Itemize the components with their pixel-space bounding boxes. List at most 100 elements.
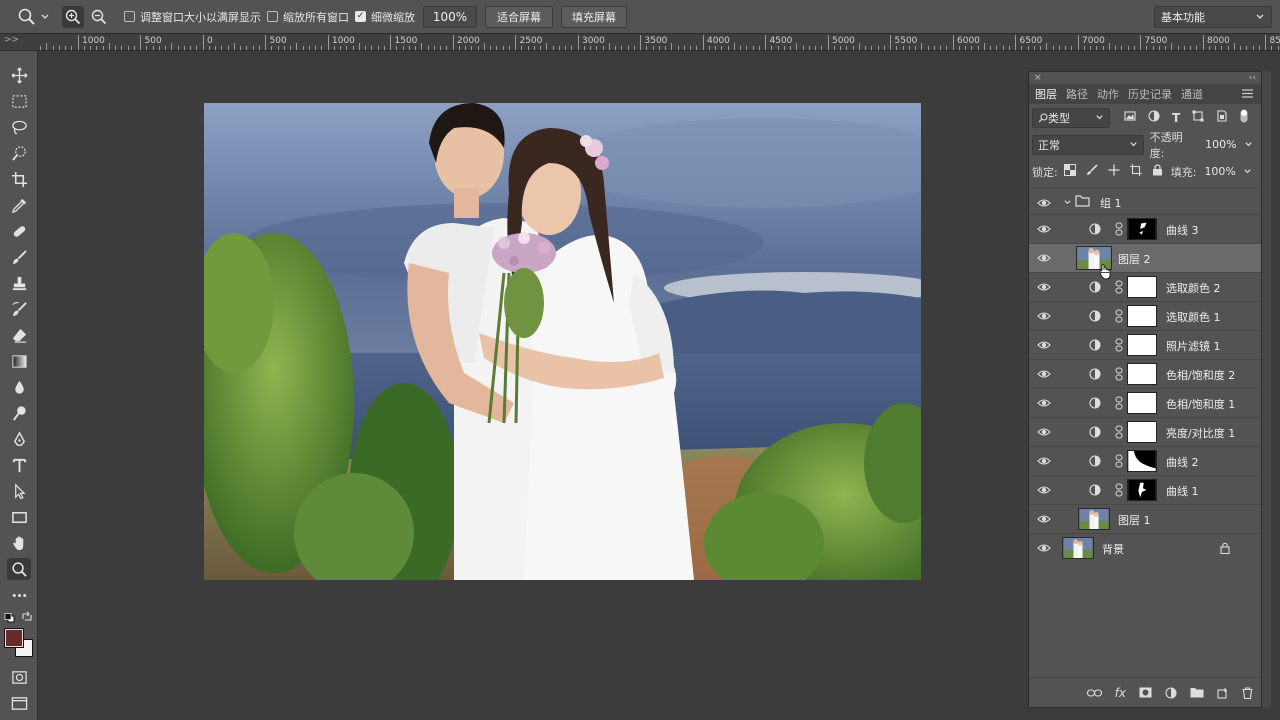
link-icon[interactable]	[1115, 222, 1123, 236]
eye-icon[interactable]	[1037, 196, 1051, 210]
fill-field[interactable]: 100%	[1199, 162, 1257, 182]
lasso-tool-icon[interactable]	[7, 116, 31, 138]
type-tool-icon[interactable]	[7, 454, 31, 476]
link-icon[interactable]	[1115, 396, 1123, 410]
marquee-tool-icon[interactable]	[7, 90, 31, 112]
layer-row-group-1[interactable]: 组 1	[1029, 188, 1261, 214]
resize-windows-checkbox[interactable]: 调整窗口大小以满屏显示	[124, 9, 261, 25]
default-colors-icon[interactable]	[4, 612, 16, 623]
layer-mask-thumbnail[interactable]	[1127, 334, 1157, 356]
layer-row-curves-1[interactable]: 曲线 1	[1029, 475, 1261, 504]
healing-brush-tool-icon[interactable]	[7, 220, 31, 242]
layer-style-fx-icon[interactable]: fx	[1115, 686, 1126, 700]
lock-pixels-icon[interactable]	[1086, 164, 1098, 179]
link-icon[interactable]	[1115, 338, 1123, 352]
eye-icon[interactable]	[1037, 367, 1051, 381]
tab-layers[interactable]: 图层	[1035, 86, 1057, 102]
link-layers-icon[interactable]	[1086, 688, 1102, 698]
layer-row-brightness-contrast-1[interactable]: 亮度/对比度 1	[1029, 417, 1261, 446]
dodge-tool-icon[interactable]	[7, 402, 31, 424]
workspace-dropdown[interactable]: 基本功能	[1154, 6, 1272, 28]
document-canvas[interactable]	[204, 103, 921, 580]
zoom-tool-preset-icon[interactable]	[16, 6, 38, 28]
link-icon[interactable]	[1115, 425, 1123, 439]
new-group-folder-icon[interactable]	[1190, 687, 1204, 698]
fill-screen-button[interactable]: 填充屏幕	[561, 5, 627, 28]
tab-history[interactable]: 历史记录	[1128, 86, 1172, 102]
link-icon[interactable]	[1115, 367, 1123, 381]
layer-row-background[interactable]: 背景	[1029, 533, 1261, 562]
link-icon[interactable]	[1115, 309, 1123, 323]
eye-icon[interactable]	[1037, 309, 1051, 323]
link-icon[interactable]	[1115, 483, 1123, 497]
lock-position-icon[interactable]	[1108, 164, 1120, 179]
foreground-color-swatch[interactable]	[4, 628, 24, 648]
hand-tool-icon[interactable]	[7, 532, 31, 554]
fit-screen-button[interactable]: 适合屏幕	[485, 5, 553, 28]
layer-mask-thumbnail[interactable]	[1127, 450, 1157, 472]
gradient-tool-icon[interactable]	[7, 350, 31, 372]
checkbox-box[interactable]	[124, 11, 135, 22]
ruler-corner[interactable]: >>	[0, 35, 38, 50]
eye-icon[interactable]	[1037, 338, 1051, 352]
zoom-in-icon[interactable]	[62, 5, 84, 28]
layer-mask-thumbnail[interactable]	[1127, 479, 1157, 501]
layer-thumbnail[interactable]	[1078, 508, 1110, 530]
tab-actions[interactable]: 动作	[1097, 86, 1119, 102]
type-filter-icon[interactable]: T	[1172, 111, 1180, 125]
eraser-tool-icon[interactable]	[7, 324, 31, 346]
zoom-tool-icon[interactable]	[7, 558, 31, 580]
layer-row-curves-2[interactable]: 曲线 2	[1029, 446, 1261, 475]
swap-colors-icon[interactable]	[21, 611, 33, 623]
eye-icon[interactable]	[1037, 396, 1051, 410]
eye-icon[interactable]	[1037, 280, 1051, 294]
crop-tool-icon[interactable]	[7, 168, 31, 190]
panel-menu-icon[interactable]	[1242, 87, 1253, 101]
screen-mode-icon[interactable]	[7, 692, 31, 714]
delete-layer-trash-icon[interactable]	[1242, 686, 1253, 699]
layer-row-hue-saturation-1[interactable]: 色相/饱和度 1	[1029, 388, 1261, 417]
eye-icon[interactable]	[1037, 425, 1051, 439]
panel-scrollbar[interactable]	[1262, 71, 1271, 708]
rectangle-tool-icon[interactable]	[7, 506, 31, 528]
pixel-filter-icon[interactable]	[1124, 110, 1136, 125]
opacity-field[interactable]: 100%	[1200, 135, 1258, 155]
layer-mask-thumbnail[interactable]	[1127, 305, 1157, 327]
tab-channels[interactable]: 通道	[1181, 86, 1203, 102]
blend-mode-dropdown[interactable]: 正常	[1032, 134, 1144, 155]
zoom-out-icon[interactable]	[88, 6, 110, 28]
more-tools-icon[interactable]	[7, 584, 31, 606]
eye-icon[interactable]	[1037, 541, 1051, 555]
layer-mask-thumbnail[interactable]	[1127, 421, 1157, 443]
path-selection-tool-icon[interactable]	[7, 480, 31, 502]
eyedropper-tool-icon[interactable]	[7, 194, 31, 216]
horizontal-ruler[interactable]: >> 1000 500 0 500 1000 1500 2000 2500 3000 3500 40…	[0, 35, 1280, 51]
layer-mask-thumbnail[interactable]	[1127, 363, 1157, 385]
scrubby-zoom-checkbox[interactable]: ✓ 细微缩放	[355, 9, 415, 25]
lock-all-icon[interactable]	[1152, 164, 1163, 179]
chevron-down-icon[interactable]	[38, 6, 52, 28]
layer-row-hue-saturation-2[interactable]: 色相/饱和度 2	[1029, 359, 1261, 388]
panel-close-icon[interactable]: ×	[1034, 72, 1042, 84]
lock-transparent-icon[interactable]	[1063, 164, 1076, 179]
new-adjustment-layer-icon[interactable]	[1165, 686, 1177, 699]
layer-mask-thumbnail[interactable]	[1127, 276, 1157, 298]
move-tool-icon[interactable]	[7, 64, 31, 86]
layer-row-selective-color-1[interactable]: 选取颜色 1	[1029, 301, 1261, 330]
eye-icon[interactable]	[1037, 483, 1051, 497]
history-brush-tool-icon[interactable]	[7, 298, 31, 320]
layer-row-curves-3[interactable]: 曲线 3	[1029, 214, 1261, 243]
clone-stamp-tool-icon[interactable]	[7, 272, 31, 294]
checkbox-box[interactable]	[267, 11, 278, 22]
filter-toggle-icon[interactable]	[1240, 109, 1248, 126]
add-mask-icon[interactable]	[1139, 687, 1152, 698]
tab-paths[interactable]: 路径	[1066, 86, 1088, 102]
lock-artboard-icon[interactable]	[1129, 164, 1142, 179]
checkbox-box-checked[interactable]: ✓	[355, 11, 366, 22]
layer-row-layer-1[interactable]: 图层 1	[1029, 504, 1261, 533]
link-icon[interactable]	[1115, 280, 1123, 294]
layer-row-photo-filter-1[interactable]: 照片滤镜 1	[1029, 330, 1261, 359]
layer-mask-thumbnail[interactable]	[1127, 218, 1157, 240]
eye-icon[interactable]	[1037, 512, 1051, 526]
layer-row-layer-2[interactable]: 图层 2	[1029, 243, 1261, 280]
